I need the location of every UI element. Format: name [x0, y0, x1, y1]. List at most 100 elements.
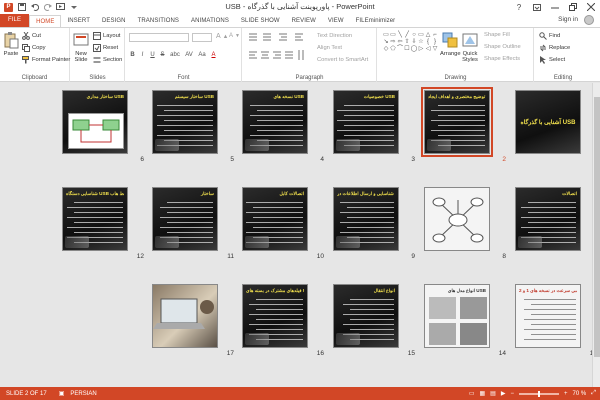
quick-styles-button[interactable]: Quick Styles [462, 31, 478, 63]
slide-body-line [343, 304, 394, 305]
slide-thumbnail-17[interactable] [152, 284, 218, 348]
tab-review[interactable]: REVIEW [286, 15, 322, 27]
replace-button[interactable]: Replace [539, 44, 570, 52]
help-icon[interactable]: ? [510, 0, 528, 14]
slideshow-start-icon[interactable] [56, 3, 65, 12]
slide-thumbnail-1[interactable]: آشنایی با گذرگاه USB [515, 90, 581, 154]
arrange-button[interactable]: Arrange [440, 31, 461, 57]
slide-sorter-view[interactable]: آشنایی با گذرگاه USB1توضیح مختصری و اهدا… [0, 83, 600, 387]
minimize-icon[interactable] [546, 0, 564, 14]
shape-fill-button[interactable]: Shape Fill [484, 32, 510, 38]
convert-smartart-button[interactable]: Convert to SmartArt [317, 57, 368, 63]
select-button[interactable]: Select [539, 56, 565, 64]
zoom-in-icon[interactable]: + [564, 391, 568, 397]
slide-thumbnail-9[interactable]: نحوه شناسایی و ارسال اطلاعات در USB [333, 187, 399, 251]
restore-icon[interactable] [564, 0, 582, 14]
slide-thumbnail-5[interactable]: ساختار سیستم USB [152, 90, 218, 154]
grow-font-button[interactable]: A ▲ [216, 33, 228, 40]
zoom-slider[interactable] [518, 390, 559, 397]
slide-thumbnail-13[interactable]: بررسی سرعت در نسخه های 1 و 2 [515, 284, 581, 348]
new-slide-button[interactable]: New Slide [73, 31, 89, 63]
convert-smartart-label: Convert to SmartArt [317, 57, 369, 63]
undo-icon[interactable] [30, 3, 39, 12]
tab-transitions[interactable]: TRANSITIONS [132, 15, 185, 27]
normal-view-icon[interactable]: ▭ [469, 390, 475, 397]
ribbon-home: Paste Cut Copy Format Painter Clipboard … [0, 27, 600, 82]
tab-home[interactable]: HOME [29, 15, 62, 27]
tab-view[interactable]: VIEW [322, 15, 350, 27]
language-indicator[interactable]: PERSIAN [70, 391, 96, 397]
customize-qat-icon[interactable] [69, 3, 78, 12]
bold-button[interactable]: B [129, 52, 136, 58]
layout-button[interactable]: Layout [93, 32, 120, 40]
slide-body-line [67, 227, 123, 228]
proofing-icon[interactable]: ▣ [59, 390, 65, 397]
copy-button[interactable]: Copy [22, 44, 46, 52]
zoom-out-icon[interactable]: − [510, 391, 514, 397]
save-icon[interactable] [17, 3, 26, 12]
reset-button[interactable]: Reset [93, 44, 118, 52]
slide-thumbnail-8[interactable] [424, 187, 490, 251]
slide-title: نسخه های USB [273, 94, 304, 99]
slide-body-line [256, 329, 303, 330]
powerpoint-logo-icon[interactable]: P [4, 2, 13, 12]
slide-thumbnail-14[interactable]: انواع مدل های USB [424, 284, 490, 348]
underline-button[interactable]: U [149, 52, 156, 58]
slideshow-view-icon[interactable]: ▶ [501, 390, 506, 397]
ribbon-display-icon[interactable] [528, 0, 546, 14]
shape-outline-button[interactable]: Shape Outline [484, 44, 521, 50]
font-name-combo[interactable] [129, 33, 189, 42]
slide-body-line [257, 130, 303, 131]
scrollbar-thumb[interactable] [594, 97, 600, 357]
sign-in-link[interactable]: Sign in [558, 16, 578, 23]
slide-thumbnail-10[interactable]: اتصالات کابل [242, 187, 308, 251]
zoom-slider-knob[interactable] [537, 390, 540, 397]
tab-fileminimizer[interactable]: FILEminimizer [350, 15, 402, 27]
change-case-button[interactable]: Aa [197, 52, 207, 58]
paste-button[interactable]: Paste [3, 31, 19, 57]
slide-diagram [68, 113, 124, 149]
slide-thumbnail-6[interactable]: ساختار مداری USB [62, 90, 128, 154]
format-painter-button[interactable]: Format Painter [22, 56, 70, 64]
slide-thumbnail-4[interactable]: نسخه های USB [242, 90, 308, 154]
shapes-gallery[interactable]: ▭ ▭ ╲ ╱ ○ ▭ △ ⌐ ↘ ⇨ ⇦ ⇧ ⇩ ☆{} ◇ ⬠ ⌒ ☐ ◯ ▷ ◁ ▽ [383, 32, 437, 66]
italic-button[interactable]: I [139, 52, 146, 58]
text-direction-button[interactable]: Text Direction [317, 33, 352, 39]
character-spacing-button[interactable]: AV [184, 52, 194, 58]
fit-to-window-icon[interactable]: ⤢ [591, 390, 596, 397]
slide-body-line [438, 115, 485, 116]
font-size-combo[interactable] [192, 33, 212, 42]
redo-icon[interactable] [43, 3, 52, 12]
slide-thumbnail-12[interactable]: شناسایی دستگاه USB توسط هاب [62, 187, 128, 251]
shrink-font-button[interactable]: A ▼ [229, 33, 240, 39]
strikethrough-button[interactable]: S [159, 52, 166, 58]
section-button[interactable]: Section [93, 56, 122, 64]
slide-thumbnail-16[interactable]: فیلدهای مشترک در بسته های USB [242, 284, 308, 348]
slide-body-line [521, 227, 576, 228]
slide-sorter-icon[interactable]: ▦ [480, 390, 486, 397]
slide-thumbnail-15[interactable]: انواع انتقال [333, 284, 399, 348]
avatar[interactable] [584, 15, 594, 25]
shadow-button[interactable]: abc [169, 52, 181, 58]
tab-file[interactable]: FILE [0, 14, 30, 27]
slide-thumbnail-2[interactable]: توضیح مختصری و اهداف ایجاد USB [421, 87, 493, 157]
vertical-scrollbar[interactable] [592, 83, 600, 387]
tab-animations[interactable]: ANIMATIONS [185, 15, 235, 27]
shape-effects-button[interactable]: Shape Effects [484, 56, 520, 62]
tab-design[interactable]: DESIGN [96, 15, 132, 27]
clipboard-group-label: Clipboard [21, 75, 48, 81]
find-button[interactable]: Find [539, 32, 560, 40]
zoom-level[interactable]: 70 % [573, 391, 587, 397]
cut-button[interactable]: Cut [22, 32, 41, 40]
reading-view-icon[interactable]: ▤ [490, 390, 496, 397]
tab-slide-show[interactable]: SLIDE SHOW [235, 15, 286, 27]
close-icon[interactable] [582, 0, 600, 14]
align-text-button[interactable]: Align Text [317, 45, 342, 51]
slide-thumbnail-11[interactable]: ساختار [152, 187, 218, 251]
font-color-button[interactable]: A [210, 52, 217, 58]
slide-thumbnail-7[interactable]: اتصالات [515, 187, 581, 251]
slide-body-line [67, 207, 123, 208]
slide-body-line [157, 125, 213, 126]
tab-insert[interactable]: INSERT [61, 15, 96, 27]
slide-thumbnail-3[interactable]: خصوصیات USB [333, 90, 399, 154]
